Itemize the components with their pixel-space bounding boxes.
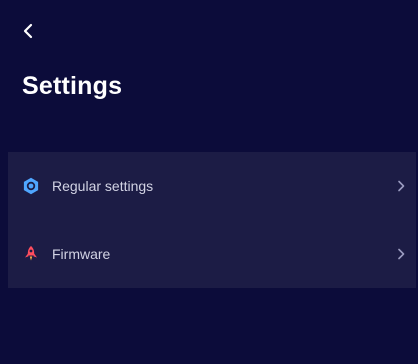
rocket-icon xyxy=(22,245,40,263)
back-button[interactable] xyxy=(22,18,48,44)
chevron-right-icon xyxy=(396,179,406,193)
list-item-regular-settings[interactable]: Regular settings xyxy=(8,152,416,220)
page-title: Settings xyxy=(22,72,123,100)
settings-list: Regular settings Firmware xyxy=(8,152,416,288)
chevron-right-icon xyxy=(396,247,406,261)
list-item-label: Firmware xyxy=(52,246,111,262)
list-item-label: Regular settings xyxy=(52,178,154,194)
chevron-left-icon xyxy=(23,23,33,39)
gear-icon xyxy=(22,177,40,195)
list-item-firmware[interactable]: Firmware xyxy=(8,220,416,288)
